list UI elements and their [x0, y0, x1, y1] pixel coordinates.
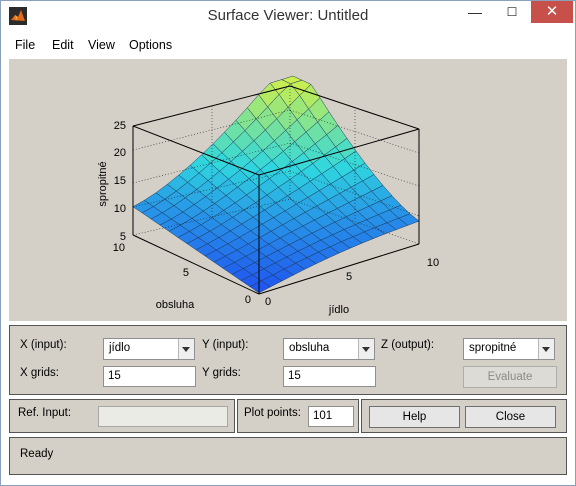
plot-points-label: Plot points:: [244, 407, 301, 419]
maximize-button[interactable]: ☐: [498, 1, 526, 23]
z-tick-15: 15: [114, 175, 126, 187]
plot-points-input[interactable]: 101: [308, 406, 354, 427]
z-output-label: Z (output):: [381, 339, 435, 351]
z-output-select[interactable]: spropitné: [463, 338, 555, 360]
x-axis-label: jídlo: [328, 304, 349, 316]
plot-points-panel: Plot points: 101: [237, 399, 359, 433]
y-tick-5: 5: [183, 267, 189, 279]
z-axis-label: spropitné: [97, 161, 109, 206]
x-input-value: jídlo: [109, 342, 131, 354]
y-input-select[interactable]: obsluha: [283, 338, 375, 360]
z-tick-10: 10: [114, 203, 126, 215]
chevron-down-icon[interactable]: [538, 339, 554, 359]
y-axis-label: obsluha: [156, 299, 195, 311]
close-window-button[interactable]: ✕: [531, 1, 573, 23]
y-tick-0: 0: [245, 294, 251, 306]
y-tick-10: 10: [113, 242, 125, 254]
minimize-button[interactable]: —: [461, 1, 489, 23]
z-tick-20: 20: [114, 147, 126, 159]
close-button[interactable]: Close: [465, 406, 556, 428]
variables-panel: X (input): jídlo Y (input): obsluha Z (o…: [9, 325, 567, 395]
z-tick-25: 25: [114, 120, 126, 132]
help-button[interactable]: Help: [369, 406, 460, 428]
surface-viewer-window: Surface Viewer: Untitled — ☐ ✕ File Edit…: [0, 0, 576, 486]
title-bar: Surface Viewer: Untitled — ☐ ✕: [1, 1, 575, 31]
menu-options[interactable]: Options: [129, 38, 172, 52]
y-grids-input[interactable]: 15: [283, 366, 376, 387]
chevron-down-icon[interactable]: [178, 339, 194, 359]
menu-bar: File Edit View Options: [1, 31, 575, 59]
x-input-label: X (input):: [20, 339, 67, 351]
z-output-value: spropitné: [469, 342, 517, 354]
surface-mesh: [132, 75, 420, 294]
ref-input-panel: Ref. Input:: [9, 399, 235, 433]
menu-edit[interactable]: Edit: [52, 38, 74, 52]
x-tick-5: 5: [346, 271, 352, 283]
ref-input-label: Ref. Input:: [18, 407, 72, 419]
surface-plot[interactable]: 25 20 15 10 5 spropitné 10 5 0 obsluha 0…: [9, 59, 567, 321]
x-tick-0: 0: [265, 296, 271, 308]
ref-input-field[interactable]: [98, 406, 228, 427]
button-panel: Help Close: [361, 399, 567, 433]
y-input-label: Y (input):: [202, 339, 249, 351]
x-input-select[interactable]: jídlo: [103, 338, 195, 360]
evaluate-button[interactable]: Evaluate: [463, 366, 557, 388]
x-tick-10: 10: [427, 257, 439, 269]
x-grids-label: X grids:: [20, 367, 59, 379]
status-panel: Ready: [9, 437, 567, 475]
y-input-value: obsluha: [289, 342, 330, 354]
menu-view[interactable]: View: [88, 38, 115, 52]
surface-plot-area[interactable]: 25 20 15 10 5 spropitné 10 5 0 obsluha 0…: [9, 59, 567, 321]
menu-file[interactable]: File: [15, 38, 35, 52]
chevron-down-icon[interactable]: [358, 339, 374, 359]
x-grids-input[interactable]: 15: [103, 366, 196, 387]
y-grids-label: Y grids:: [202, 367, 241, 379]
status-text: Ready: [20, 448, 54, 460]
